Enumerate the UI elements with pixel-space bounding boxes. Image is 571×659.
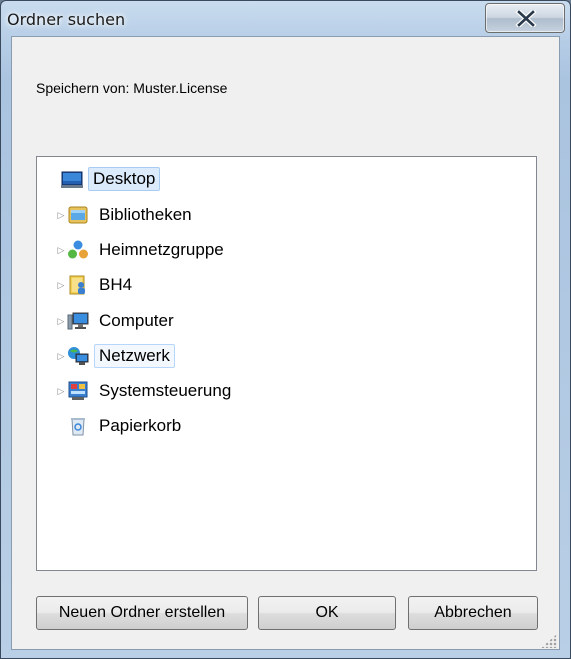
cancel-button[interactable]: Abbrechen xyxy=(408,596,538,630)
desktop-icon xyxy=(61,171,83,188)
tree-item-label: Desktop xyxy=(88,167,161,191)
tree-item-netzwerk[interactable]: ▷ Netzwerk xyxy=(55,342,175,370)
tree-item-label: Papierkorb xyxy=(99,416,182,435)
tree-item-label: BH4 xyxy=(99,275,133,294)
tree-item-papierkorb[interactable]: Papierkorb xyxy=(55,412,186,440)
title-bar[interactable]: Ordner suchen xyxy=(1,1,570,37)
tree-item-label: Systemsteuerung xyxy=(99,381,232,400)
expand-arrow-icon[interactable]: ▷ xyxy=(55,201,67,229)
user-folder-icon xyxy=(69,275,85,295)
tree-item-label: Bibliotheken xyxy=(99,205,192,224)
new-folder-button[interactable]: Neuen Ordner erstellen xyxy=(36,596,248,630)
window-title: Ordner suchen xyxy=(7,10,126,29)
close-icon xyxy=(515,10,537,27)
tree-item-computer[interactable]: ▷ Computer xyxy=(55,307,179,335)
close-button[interactable] xyxy=(485,3,565,33)
folder-tree[interactable]: Desktop ▷ Bibliotheken ▷ Heimnetzgruppe … xyxy=(36,156,537,571)
tree-expander-placeholder xyxy=(49,165,61,193)
network-icon xyxy=(68,347,89,365)
tree-item-bibliotheken[interactable]: ▷ Bibliotheken xyxy=(55,201,197,229)
tree-item-systemsteuerung[interactable]: ▷ Systemsteuerung xyxy=(55,377,236,405)
expand-arrow-icon[interactable]: ▷ xyxy=(55,342,67,370)
homegroup-icon xyxy=(68,240,88,259)
expand-arrow-icon[interactable]: ▷ xyxy=(55,271,67,299)
tree-item-desktop[interactable]: Desktop xyxy=(49,165,161,193)
tree-item-label: Computer xyxy=(99,311,174,330)
tree-expander-placeholder xyxy=(55,412,67,440)
tree-item-label: Heimnetzgruppe xyxy=(99,240,224,259)
libraries-icon xyxy=(68,206,88,224)
tree-item-label: Netzwerk xyxy=(94,344,175,368)
expand-arrow-icon[interactable]: ▷ xyxy=(55,377,67,405)
tree-item-bh4[interactable]: ▷ BH4 xyxy=(55,271,137,299)
ok-button[interactable]: OK xyxy=(258,596,396,630)
expand-arrow-icon[interactable]: ▷ xyxy=(55,236,67,264)
recycle-bin-icon xyxy=(71,418,85,436)
tree-item-heimnetzgruppe[interactable]: ▷ Heimnetzgruppe xyxy=(55,236,229,264)
expand-arrow-icon[interactable]: ▷ xyxy=(55,307,67,335)
save-from-label: Speichern von: Muster.License xyxy=(36,80,228,96)
computer-icon xyxy=(67,312,89,330)
control-panel-icon xyxy=(68,381,88,400)
